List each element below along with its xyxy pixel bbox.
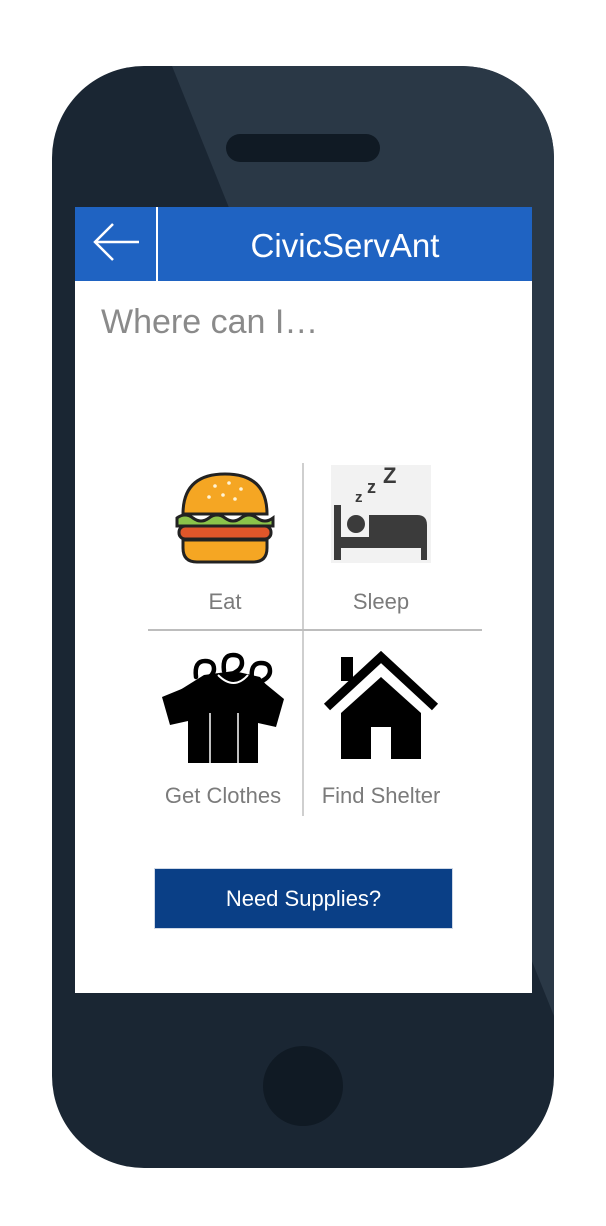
service-tile-get-clothes[interactable]: Get Clothes bbox=[146, 651, 300, 811]
app-title: CivicServAnt bbox=[250, 227, 440, 264]
svg-text:z: z bbox=[355, 489, 363, 506]
service-label: Eat bbox=[208, 589, 242, 614]
service-label: Sleep bbox=[352, 589, 410, 614]
app-bar: CivicServAnt bbox=[75, 207, 532, 281]
service-label: Find Shelter bbox=[321, 783, 441, 808]
home-button[interactable] bbox=[263, 1046, 343, 1126]
bed-icon: z z Z bbox=[304, 465, 458, 563]
burger-icon bbox=[148, 470, 302, 566]
service-tile-sleep[interactable]: z z Z Sleep bbox=[304, 465, 458, 625]
grid-divider-horizontal bbox=[148, 629, 482, 631]
app-screen: CivicServAnt Where can I… Eat z z Z Slee… bbox=[75, 207, 532, 993]
need-supplies-button[interactable]: Need Supplies? bbox=[154, 868, 453, 929]
service-label: Get Clothes bbox=[164, 783, 282, 808]
house-icon bbox=[304, 651, 458, 759]
page-prompt: Where can I… bbox=[101, 303, 319, 341]
arrow-left-icon bbox=[91, 222, 141, 267]
service-tile-find-shelter[interactable]: Find Shelter bbox=[304, 651, 458, 811]
svg-text:z: z bbox=[367, 477, 376, 497]
shirts-icon bbox=[146, 651, 300, 763]
svg-text:Z: Z bbox=[383, 465, 396, 488]
service-tile-eat[interactable]: Eat bbox=[148, 465, 302, 625]
back-button[interactable] bbox=[75, 207, 156, 281]
speaker-grille bbox=[226, 134, 380, 162]
